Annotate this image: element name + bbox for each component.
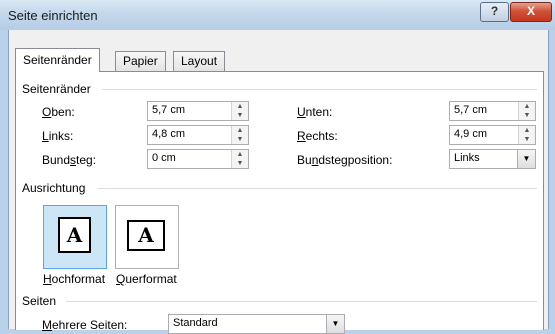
- label-bundsteg: Bundsteg:: [42, 153, 97, 167]
- portrait-label[interactable]: Hochformat: [43, 272, 105, 286]
- label-bundstegposition: Bundstegposition:: [297, 153, 393, 167]
- label-mehrere-seiten: Mehrere Seiten:: [42, 318, 128, 332]
- spinner-arrows[interactable]: ▲ ▼: [231, 126, 248, 144]
- orientation-section-title: Ausrichtung: [22, 181, 86, 195]
- label-links: Links:: [42, 129, 74, 143]
- bundsteg-value: 0 cm: [152, 152, 176, 164]
- landscape-label[interactable]: Querformat: [116, 272, 177, 286]
- bundstegposition-select[interactable]: Links ▼: [449, 149, 536, 169]
- window-title: Seite einrichten: [8, 8, 98, 23]
- margins-section-title: Seitenränder: [22, 82, 91, 96]
- label-rechts: Rechts:: [297, 129, 338, 143]
- landscape-option[interactable]: A: [115, 205, 179, 269]
- title-bar: Seite einrichten ? X: [0, 0, 555, 30]
- section-divider: [102, 89, 537, 90]
- spinner-arrows[interactable]: ▲ ▼: [518, 126, 535, 144]
- chevron-down-icon[interactable]: ▼: [517, 150, 535, 168]
- portrait-page-icon: A: [58, 217, 91, 253]
- down-arrow-icon: ▼: [236, 112, 244, 119]
- links-spinner[interactable]: 4,8 cm ▲ ▼: [147, 125, 249, 145]
- spinner-arrows[interactable]: ▲ ▼: [231, 102, 248, 120]
- bundsteg-spinner[interactable]: 0 cm ▲ ▼: [147, 149, 249, 169]
- landscape-page-icon: A: [127, 220, 165, 251]
- tab-papier[interactable]: Papier: [115, 51, 166, 71]
- margins-section: Seitenränder: [22, 82, 537, 96]
- up-arrow-icon: ▲: [236, 151, 244, 158]
- bundstegposition-value: Links: [454, 152, 480, 164]
- links-value: 4,8 cm: [152, 128, 186, 140]
- dialog-body: Seitenränder Papier Layout Seitenränder …: [8, 30, 549, 334]
- section-divider: [98, 188, 537, 189]
- down-arrow-icon: ▼: [523, 136, 531, 143]
- unten-spinner[interactable]: 5,7 cm ▲ ▼: [449, 101, 536, 121]
- tab-seitenraender[interactable]: Seitenränder: [15, 48, 100, 72]
- portrait-option[interactable]: A: [43, 205, 107, 269]
- down-arrow-icon: ▼: [523, 112, 531, 119]
- tab-layout[interactable]: Layout: [173, 51, 226, 71]
- close-button[interactable]: X: [510, 2, 552, 22]
- tab-panel: Seitenränder Oben: 5,7 cm ▲ ▼ Links: 4,8 …: [15, 71, 544, 334]
- up-arrow-icon: ▲: [523, 103, 531, 110]
- unten-value: 5,7 cm: [454, 104, 488, 116]
- down-arrow-icon: ▼: [236, 136, 244, 143]
- up-arrow-icon: ▲: [236, 103, 244, 110]
- mehrere-seiten-select[interactable]: Standard ▼: [168, 314, 345, 334]
- oben-value: 5,7 cm: [152, 104, 186, 116]
- label-oben: Oben:: [42, 105, 75, 119]
- up-arrow-icon: ▲: [236, 127, 244, 134]
- rechts-spinner[interactable]: 4,9 cm ▲ ▼: [449, 125, 536, 145]
- chevron-down-icon[interactable]: ▼: [326, 315, 344, 333]
- up-arrow-icon: ▲: [523, 127, 531, 134]
- pages-section: Seiten: [22, 294, 537, 308]
- rechts-value: 4,9 cm: [454, 128, 488, 140]
- orientation-section: Ausrichtung: [22, 181, 537, 195]
- oben-spinner[interactable]: 5,7 cm ▲ ▼: [147, 101, 249, 121]
- down-arrow-icon: ▼: [236, 160, 244, 167]
- spinner-arrows[interactable]: ▲ ▼: [231, 150, 248, 168]
- help-button[interactable]: ?: [480, 2, 509, 22]
- section-divider: [66, 301, 537, 302]
- pages-section-title: Seiten: [22, 294, 57, 308]
- spinner-arrows[interactable]: ▲ ▼: [518, 102, 535, 120]
- label-unten: Unten:: [297, 105, 333, 119]
- mehrere-seiten-value: Standard: [173, 317, 218, 329]
